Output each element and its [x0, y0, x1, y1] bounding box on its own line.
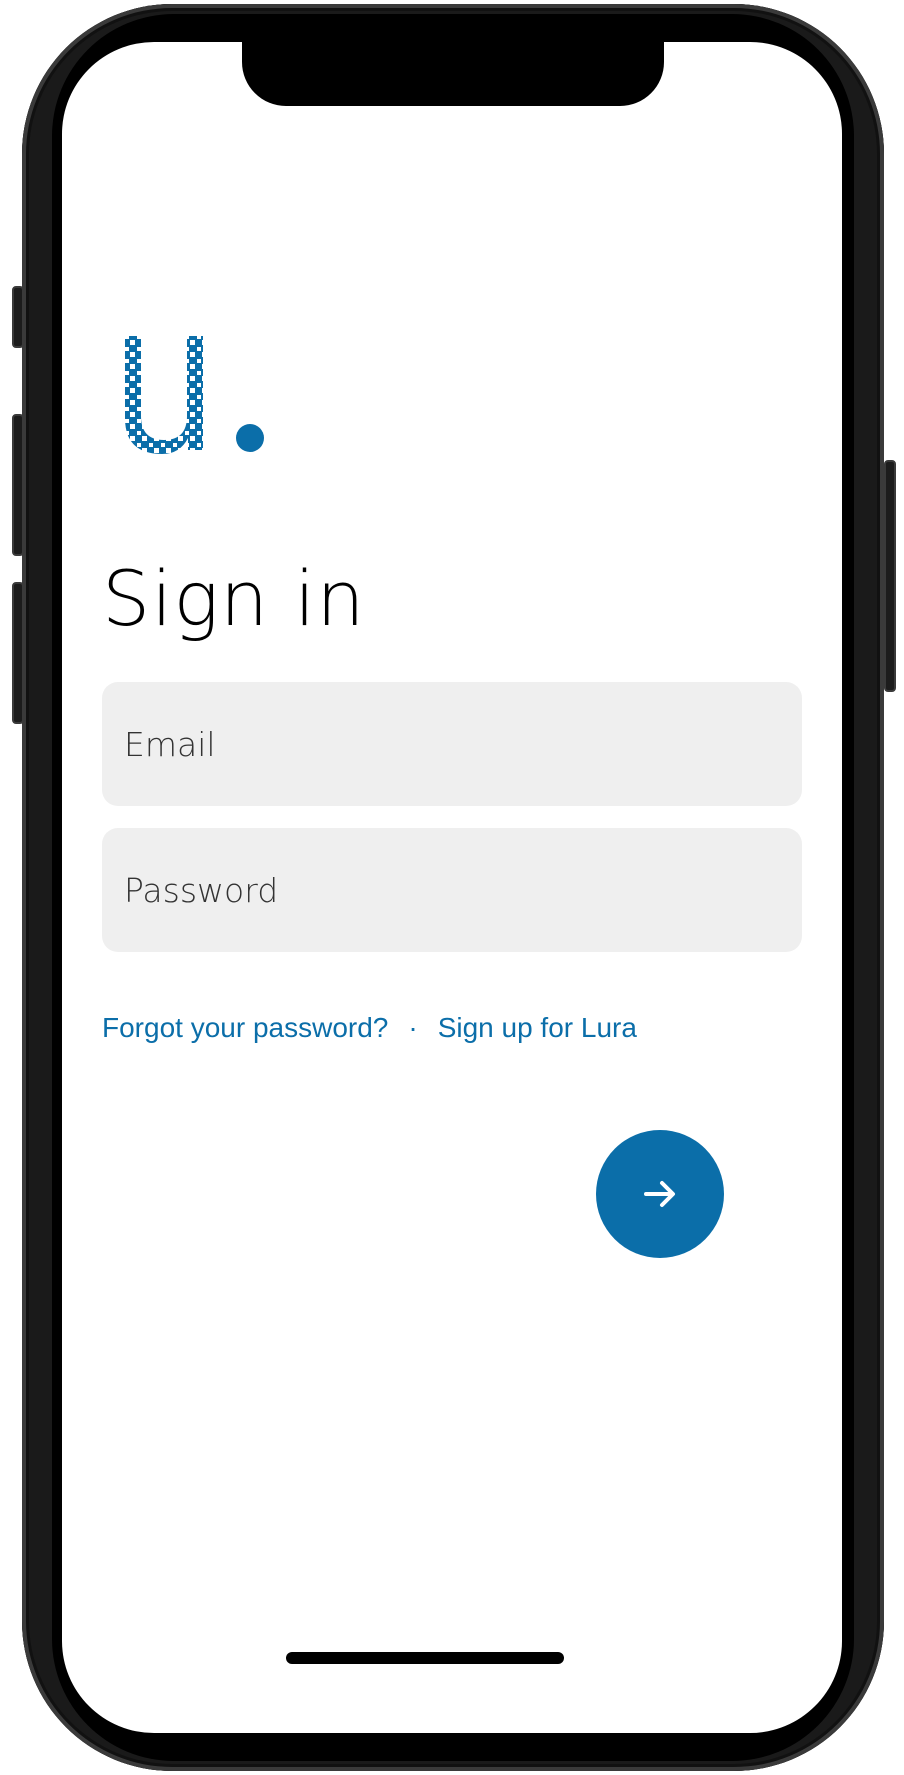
brand-logo-icon — [125, 336, 264, 454]
sign-up-link[interactable]: Sign up for Lura — [438, 1012, 637, 1044]
page-title: Sign in — [102, 554, 366, 643]
mute-switch — [12, 286, 24, 348]
forgot-password-link[interactable]: Forgot your password? — [102, 1012, 388, 1044]
notch — [242, 42, 664, 106]
home-indicator[interactable] — [286, 1652, 564, 1664]
app-stage: Sign in Forgot your password? · Sign up … — [0, 0, 904, 1775]
auth-links: Forgot your password? · Sign up for Lura — [102, 1012, 637, 1044]
email-field[interactable] — [102, 682, 802, 806]
email-input[interactable] — [122, 723, 782, 765]
phone-screen: Sign in Forgot your password? · Sign up … — [62, 42, 842, 1733]
volume-down-button — [12, 582, 24, 724]
password-field[interactable] — [102, 828, 802, 952]
volume-up-button — [12, 414, 24, 556]
arrow-right-icon — [644, 1181, 675, 1207]
next-button[interactable] — [596, 1130, 724, 1258]
link-separator: · — [408, 1012, 418, 1043]
password-input[interactable] — [122, 869, 782, 911]
power-button — [884, 460, 896, 692]
